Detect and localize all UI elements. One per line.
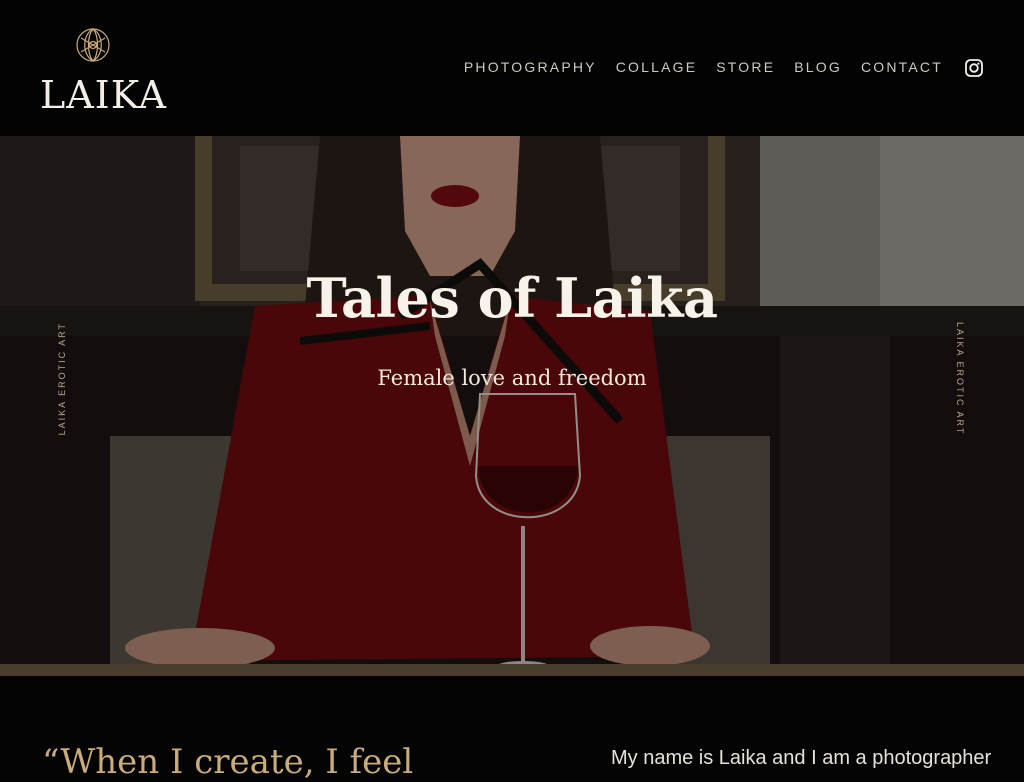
nav-photography[interactable]: PHOTOGRAPHY [464, 58, 597, 76]
nav-store[interactable]: STORE [716, 58, 775, 76]
hero-banner: LAIKA EROTIC ART LAIKA EROTIC ART Tales … [0, 136, 1024, 676]
hero-subtitle: Female love and freedom [377, 366, 647, 390]
hero-overlay [0, 136, 1024, 676]
site-logo[interactable]: LAIKA [40, 22, 167, 117]
nav-blog[interactable]: BLOG [794, 58, 842, 76]
intro-text: My name is Laika and I am a photographer [611, 747, 992, 769]
logo-emblem-icon [76, 28, 110, 62]
nav-contact[interactable]: CONTACT [861, 58, 943, 76]
hero-title: Tales of Laika [306, 266, 719, 330]
intro-quote: “When I create, I feel [42, 742, 414, 782]
instagram-icon[interactable] [965, 59, 983, 77]
site-header: LAIKA PHOTOGRAPHY COLLAGE STORE BLOG CON… [0, 0, 1024, 136]
nav-collage[interactable]: COLLAGE [616, 58, 698, 76]
main-nav: PHOTOGRAPHY COLLAGE STORE BLOG CONTACT [464, 58, 943, 76]
logo-wordmark: LAIKA [40, 73, 167, 117]
